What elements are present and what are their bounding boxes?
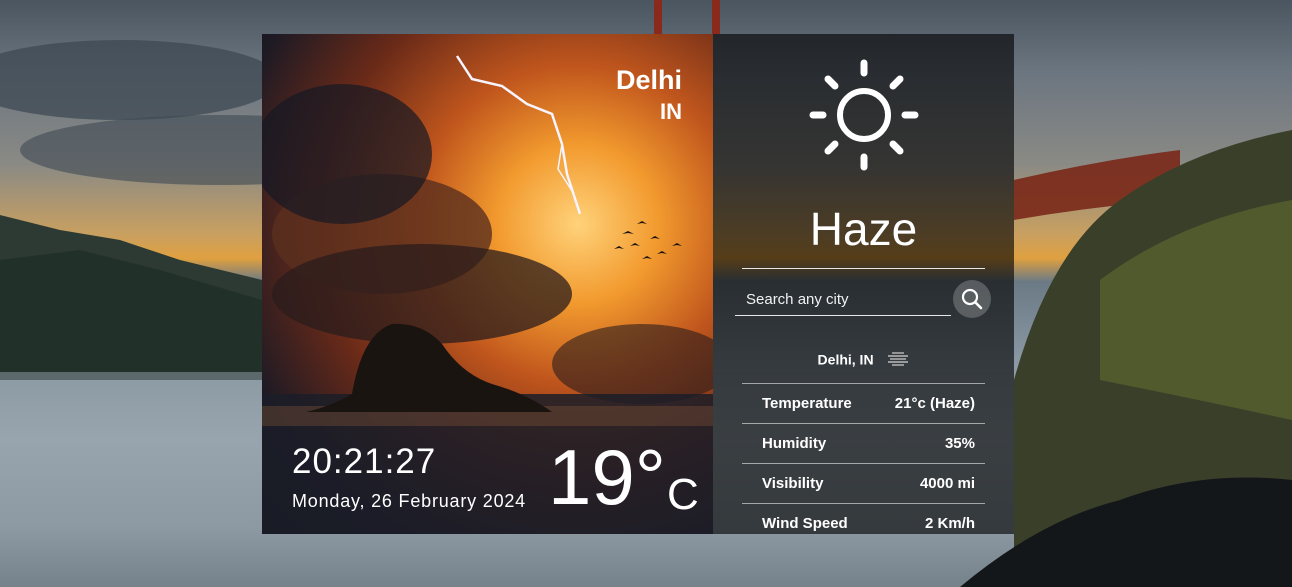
detail-value: 4000 mi: [919, 475, 975, 492]
divider: [742, 268, 985, 269]
location-label: Delhi, IN: [817, 351, 874, 368]
search-input[interactable]: [735, 284, 951, 316]
detail-label: Humidity: [762, 435, 827, 452]
city-name: Delhi: [615, 65, 682, 95]
detail-row-wind-speed: Wind Speed 2 Km/h: [742, 503, 985, 534]
detail-value: 2 Km/h: [924, 515, 975, 532]
detail-value: 35%: [944, 435, 975, 452]
detail-row-humidity: Humidity 35%: [742, 423, 985, 463]
detail-row-temperature: Temperature 21°c (Haze): [742, 383, 985, 423]
current-temperature: 19°: [548, 433, 666, 521]
search-icon: [961, 288, 983, 310]
weather-condition: Haze: [809, 203, 918, 255]
detail-label: Temperature: [762, 395, 852, 412]
country-code: IN: [660, 99, 682, 124]
sun-icon: [809, 59, 919, 171]
detail-label: Wind Speed: [762, 515, 848, 532]
temperature-unit: C: [667, 470, 699, 519]
current-time: 20:21:27: [292, 442, 437, 481]
detail-row-visibility: Visibility 4000 mi: [742, 463, 985, 503]
details-panel: Haze Delhi, IN Temper: [713, 34, 1014, 534]
detail-value: 21°c (Haze): [894, 395, 975, 412]
detail-label: Visibility: [762, 475, 824, 492]
search-button[interactable]: [953, 280, 991, 318]
location-label-row: Delhi, IN: [713, 350, 1014, 367]
weather-details-list: Temperature 21°c (Haze) Humidity 35% Vis…: [742, 383, 985, 534]
weather-card: Delhi IN 20:21:27 Monday, 26 February 20…: [262, 34, 1014, 534]
haze-icon: [888, 352, 909, 366]
city-image-panel: Delhi IN 20:21:27 Monday, 26 February 20…: [262, 34, 713, 534]
current-date: Monday, 26 February 2024: [292, 491, 526, 511]
